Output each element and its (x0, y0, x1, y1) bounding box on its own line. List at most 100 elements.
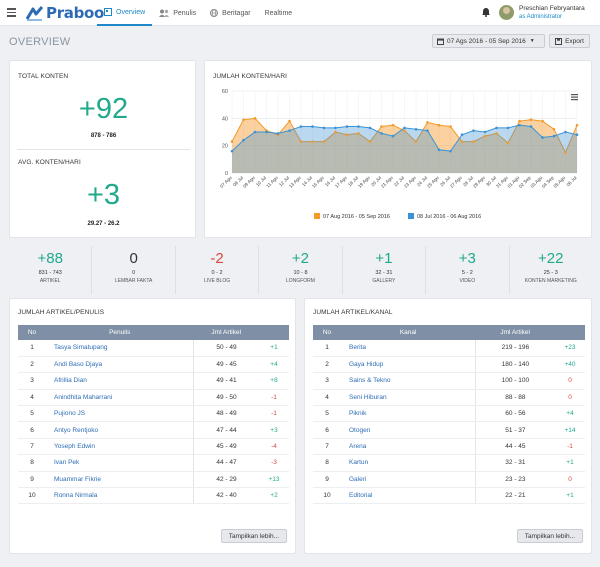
globe-icon (210, 9, 219, 17)
row-name-link[interactable]: Kartun (341, 454, 476, 472)
date-range-picker[interactable]: 07 Ags 2016 - 05 Sep 2016 ▼ (432, 34, 545, 48)
stat-range: 0 (132, 270, 136, 276)
user-info[interactable]: Preschian Febryantara as Administrator (519, 5, 585, 21)
row-name-link[interactable]: Andi Baso Djaya (46, 356, 194, 374)
row-name-link[interactable]: Galeri (341, 471, 476, 489)
table-row: 1 Tasya Simatupang 50 - 49 +1 (18, 340, 289, 357)
row-name-link[interactable]: Otogen (341, 421, 476, 439)
row-no: 1 (18, 340, 46, 357)
row-name-link[interactable]: Editorial (341, 487, 476, 505)
row-count: 49 - 50 (192, 389, 259, 407)
data-point (426, 121, 429, 124)
bell-icon[interactable] (482, 7, 490, 19)
data-point (483, 130, 487, 134)
row-name-link[interactable]: Seni Hiburan (341, 389, 476, 407)
stat-label: LIVE BLOG (203, 278, 231, 284)
row-no: 4 (313, 389, 341, 407)
x-tick-label: 11 Agu (265, 175, 279, 189)
avg-content-value: +3 (86, 179, 121, 211)
user-name: Preschian Febryantara (519, 5, 585, 12)
x-tick-label: 17 Agu (334, 175, 348, 189)
page-title: OVERVIEW (9, 36, 71, 48)
row-no: 9 (18, 471, 46, 489)
col-diff (555, 325, 585, 340)
row-name-link[interactable]: Ronna Nirmala (46, 487, 194, 505)
row-name-link[interactable]: Yoseph Edwin (46, 438, 194, 456)
data-point (230, 140, 234, 143)
data-point (242, 118, 245, 121)
row-name-link[interactable]: Berita (341, 340, 476, 357)
col-name: Kanal (399, 329, 417, 336)
row-name-link[interactable]: Gaya Hidup (341, 356, 476, 374)
stat-range: 10 - 8 (293, 270, 308, 276)
row-no: 4 (18, 389, 46, 407)
row-name-link[interactable]: Tasya Simatupang (46, 340, 194, 357)
nav-penulis-label: Penulis (173, 9, 197, 17)
row-count: 23 - 23 (474, 471, 555, 489)
data-point (495, 126, 498, 130)
row-no: 1 (313, 340, 341, 357)
row-name-link[interactable]: Afrillia Dian (46, 372, 194, 390)
top-navbar: Praboo Overview Penulis Beritagar Realti… (0, 0, 600, 26)
row-name-link[interactable]: Sains & Tekno (341, 372, 476, 390)
row-name-link[interactable]: Pujiono JS (46, 405, 194, 423)
table-header: No Penulis Jml Artikel (18, 325, 289, 340)
row-name-link[interactable]: Antyo Rentjoko (46, 421, 194, 439)
channel-articles-card: JUMLAH ARTIKEL/KANAL No Kanal Jml Artike… (304, 298, 592, 554)
row-no: 3 (313, 372, 341, 390)
row-no: 2 (18, 356, 46, 374)
stat-value: +2 (291, 250, 310, 267)
data-point (552, 127, 556, 131)
table-row: 7 Yoseph Edwin 45 - 49 -4 (18, 438, 289, 456)
data-point (391, 134, 395, 138)
stat-item: 0 0 LEMBAR FAKTA (92, 246, 176, 294)
show-more-channels-button[interactable]: Tampilkan lebih... (516, 529, 583, 543)
data-point (437, 123, 441, 127)
row-count: 22 - 21 (474, 487, 555, 505)
row-name-link[interactable]: Anindhita Maharrani (46, 389, 194, 407)
x-tick-label: 23 Agu (403, 175, 417, 189)
data-point (253, 117, 257, 120)
table-row: 9 Muammar Fikrie 42 - 29 +13 (18, 471, 289, 489)
row-count: 50 - 49 (192, 340, 259, 357)
data-point (460, 133, 464, 137)
row-name-link[interactable]: Muammar Fikrie (46, 471, 194, 489)
stat-item: +1 32 - 31 GALLERY (343, 246, 427, 294)
export-button[interactable]: Export (549, 34, 590, 48)
table-row: 8 Kartun 32 - 31 +1 (313, 454, 585, 472)
avatar[interactable] (499, 5, 514, 20)
stat-label: KONTEN MARKETING (524, 278, 577, 284)
row-name-link[interactable]: Arena (341, 438, 476, 456)
y-tick-label: 40 (222, 116, 228, 122)
row-name-link[interactable]: Piknik (341, 405, 476, 423)
users-icon (159, 9, 170, 17)
data-point (506, 141, 510, 145)
nav-penulis[interactable]: Penulis (152, 0, 203, 26)
nav-beritagar[interactable]: Beritagar (203, 0, 257, 26)
nav-realtime[interactable]: Realtime (258, 0, 300, 26)
show-more-authors-button[interactable]: Tampilkan lebih... (220, 529, 287, 543)
row-diff: -3 (259, 454, 289, 472)
x-tick-label: 05 Agu (553, 175, 567, 189)
stat-label: ARTIKEL (39, 278, 61, 284)
table-row: 1 Berita 219 - 196 +23 (313, 340, 585, 357)
save-icon (555, 37, 563, 45)
nav-overview[interactable]: Overview (97, 0, 153, 26)
row-no: 8 (313, 454, 341, 472)
stat-range: 5 - 2 (461, 270, 473, 276)
stats-row: +88 831 - 743 ARTIKEL 0 0 LEMBAR FAKTA -2 0 - 2… (9, 246, 592, 294)
table-row: 5 Piknik 60 - 56 +4 (313, 405, 585, 423)
row-count: 44 - 47 (192, 454, 259, 472)
data-point (380, 125, 383, 128)
stat-range: 25 - 3 (543, 270, 558, 276)
divider (17, 149, 190, 150)
total-content-card: TOTAL KONTEN +92 878 - 786 AVG. KONTEN/H… (9, 60, 196, 238)
channel-articles-table: No Kanal Jml Artikel 1 Berita 219 - 196 +23… (313, 325, 585, 505)
app-logo[interactable]: Praboo (26, 3, 104, 23)
legend-label: 07 Aug 2016 - 05 Sep 2016 (323, 214, 390, 220)
data-point (403, 126, 406, 130)
row-name-link[interactable]: Ivan Pek (46, 454, 194, 472)
menu-icon[interactable] (7, 8, 16, 17)
chart-menu-icon[interactable] (571, 94, 578, 101)
data-point (288, 129, 291, 132)
